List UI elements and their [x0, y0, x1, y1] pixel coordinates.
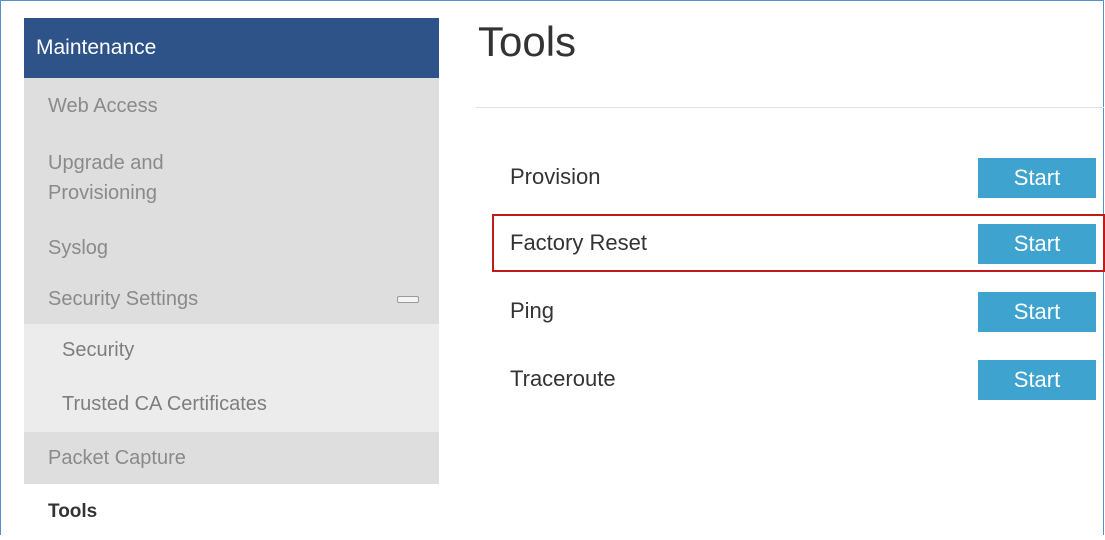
- sidebar-item-label: Provisioning: [48, 182, 157, 204]
- provision-start-button[interactable]: Start: [978, 158, 1096, 198]
- tool-label: Traceroute: [510, 366, 616, 391]
- sidebar: Maintenance Web Access Upgrade and Provi…: [24, 18, 439, 540]
- tool-row-provision: Provision Start: [510, 158, 1096, 198]
- tool-row-traceroute: Traceroute Start: [510, 360, 1096, 400]
- sidebar-item-tools[interactable]: Tools: [24, 484, 439, 540]
- sidebar-item-label: Upgrade and: [48, 152, 164, 174]
- ping-start-button[interactable]: Start: [978, 292, 1096, 332]
- sidebar-subitem-security[interactable]: Security: [24, 324, 439, 376]
- sidebar-item-web-access[interactable]: Web Access: [24, 78, 439, 134]
- page-title: Tools: [478, 18, 577, 65]
- factory-reset-highlight-box: [492, 214, 1105, 272]
- sidebar-item-upgrade-provisioning[interactable]: Upgrade and Provisioning: [24, 134, 439, 222]
- traceroute-start-button[interactable]: Start: [978, 360, 1096, 400]
- sidebar-item-label: Security Settings: [48, 287, 199, 310]
- sidebar-subitem-trusted-ca-certificates[interactable]: Trusted CA Certificates: [24, 376, 439, 432]
- tool-row-ping: Ping Start: [510, 292, 1096, 332]
- minus-collapse-icon[interactable]: [397, 296, 419, 303]
- sidebar-item-security-settings[interactable]: Security Settings: [24, 274, 439, 324]
- title-divider: [476, 107, 1104, 108]
- tool-label: Ping: [510, 298, 555, 323]
- sidebar-item-packet-capture[interactable]: Packet Capture: [24, 432, 439, 484]
- sidebar-item-syslog[interactable]: Syslog: [24, 222, 439, 274]
- sidebar-header-maintenance[interactable]: Maintenance: [24, 18, 439, 78]
- tool-label: Provision: [510, 164, 601, 189]
